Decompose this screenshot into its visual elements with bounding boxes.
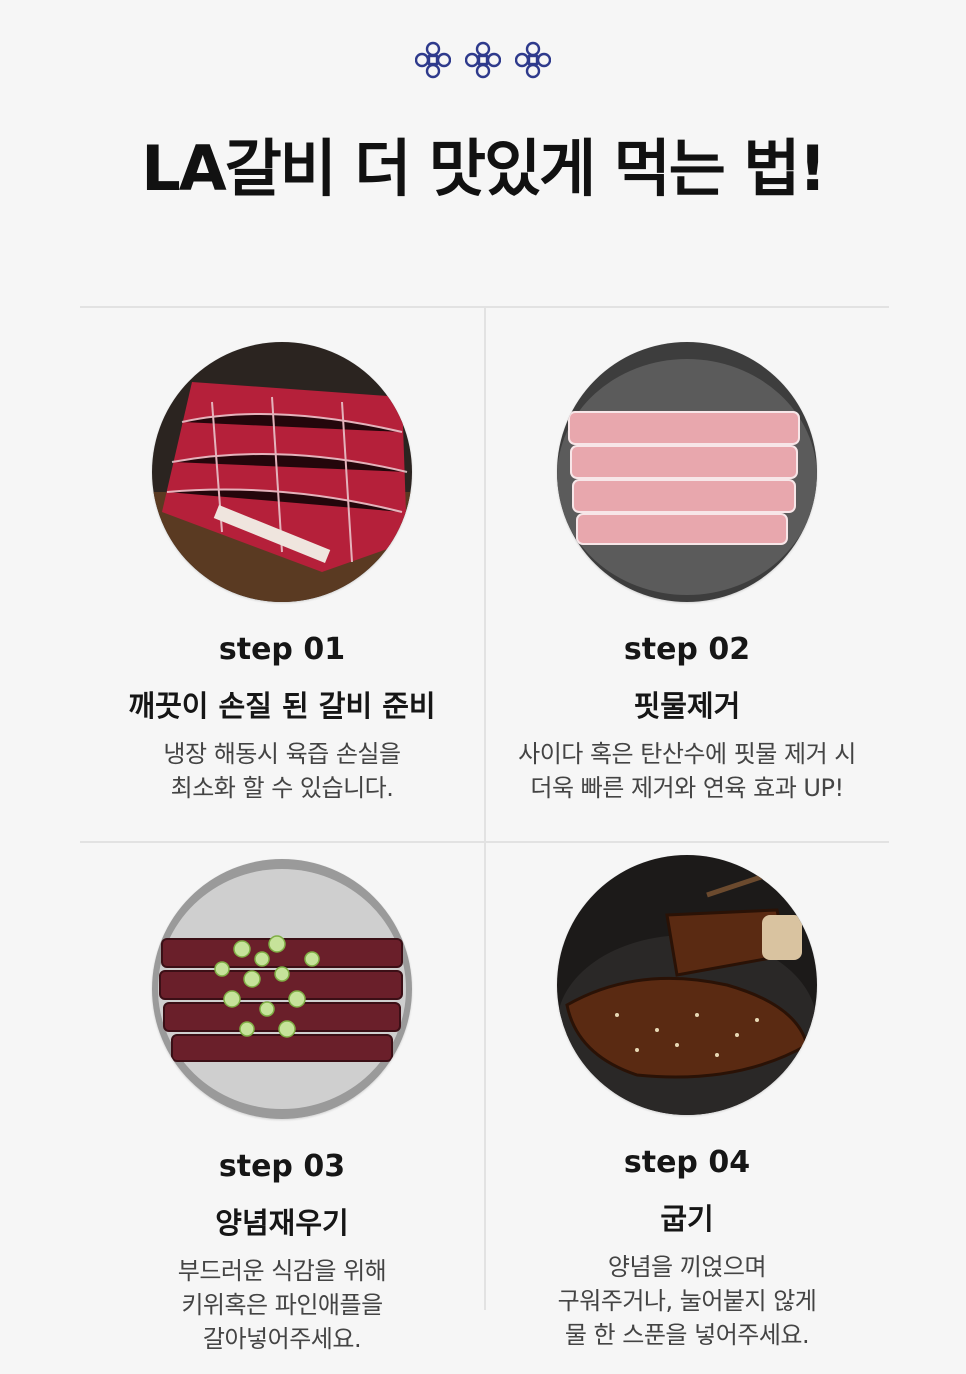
step-label: step 01 <box>218 632 346 667</box>
steps-grid: step 01 깨끗이 손질 된 갈비 준비 냉장 해동시 육즙 손실을 최소화… <box>80 306 889 1353</box>
step-card-02: step 02 핏물제거 사이다 혹은 탄산수에 핏물 제거 시 더욱 빠른 제… <box>485 342 889 805</box>
step-label: step 02 <box>623 632 751 667</box>
knot-ornament-icon <box>515 41 551 79</box>
step-card-01: step 01 깨끗이 손질 된 갈비 준비 냉장 해동시 육즙 손실을 최소화… <box>80 342 484 805</box>
step-description: 부드러운 식감을 위해 키위혹은 파인애플을 갈아넣어주세요. <box>177 1257 387 1353</box>
step-label: step 04 <box>623 1145 751 1180</box>
soaking-ribs-photo <box>557 342 817 602</box>
step-title: 굽기 <box>660 1202 714 1236</box>
step-description: 냉장 해동시 육즙 손실을 최소화 할 수 있습니다. <box>163 740 401 802</box>
step-card-04: step 04 굽기 양념을 끼얹으며 구워주거나, 눌어붙지 않게 물 한 스… <box>485 855 889 1352</box>
knot-ornament-icon <box>415 41 451 79</box>
step-description: 양념을 끼얹으며 구워주거나, 눌어붙지 않게 물 한 스푼을 넣어주세요. <box>557 1253 817 1349</box>
step-title: 깨끗이 손질 된 갈비 준비 <box>128 689 436 723</box>
grilled-galbi-photo <box>557 855 817 1115</box>
page-title: LA갈비 더 맛있게 먹는 법! <box>141 132 826 205</box>
step-card-03: step 03 양념재우기 부드러운 식감을 위해 키위혹은 파인애플을 갈아넣… <box>80 859 484 1356</box>
header-ornaments <box>0 40 966 80</box>
step-label: step 03 <box>218 1149 346 1184</box>
step-title: 양념재우기 <box>215 1206 349 1240</box>
marinated-ribs-photo <box>152 859 412 1119</box>
step-description: 사이다 혹은 탄산수에 핏물 제거 시 더욱 빠른 제거와 연육 효과 UP! <box>518 740 856 802</box>
knot-ornament-icon <box>465 41 501 79</box>
step-title: 핏물제거 <box>633 689 741 723</box>
raw-ribs-photo <box>152 342 412 602</box>
